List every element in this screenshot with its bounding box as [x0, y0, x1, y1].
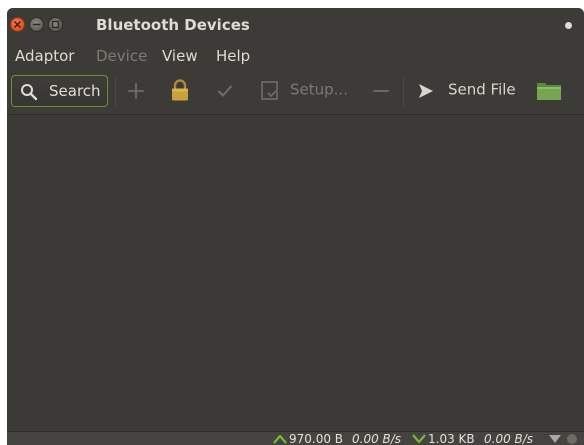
bluetooth-devices-window: Bluetooth Devices Adaptor Device View He… — [7, 8, 584, 445]
send-file-button[interactable]: Send File — [448, 81, 516, 100]
signal-icon — [567, 434, 577, 444]
menu-help[interactable]: Help — [216, 46, 250, 66]
menu-bar: Adaptor Device View Help — [7, 42, 584, 70]
send-file-icon — [419, 84, 433, 98]
minimize-icon — [32, 23, 41, 26]
maximize-icon — [51, 20, 60, 29]
menu-device[interactable]: Device — [96, 46, 147, 66]
folder-icon[interactable] — [535, 80, 563, 102]
search-icon — [21, 84, 38, 101]
minimize-window-button[interactable] — [29, 17, 44, 32]
indicator-dot-icon[interactable] — [565, 22, 572, 29]
title-bar[interactable]: Bluetooth Devices — [7, 8, 584, 42]
toolbar-separator — [115, 77, 116, 107]
toolbar: Search Setup... Send File — [7, 70, 584, 115]
setup-button[interactable]: Setup... — [290, 81, 348, 100]
checkmark-icon[interactable] — [216, 82, 234, 100]
download-total: 1.03 KB — [428, 432, 475, 445]
upload-arrow-icon — [273, 434, 287, 444]
search-button[interactable]: Search — [11, 75, 108, 107]
close-window-button[interactable] — [10, 17, 25, 32]
menu-adaptor[interactable]: Adaptor — [15, 46, 74, 66]
lock-icon[interactable] — [170, 78, 190, 102]
upload-total: 970.00 B — [289, 432, 344, 445]
connection-status-icon — [549, 435, 561, 443]
status-bar: 970.00 B 0.00 B/s 1.03 KB 0.00 B/s — [7, 431, 584, 445]
remove-device-button[interactable] — [372, 82, 390, 100]
setup-icon — [261, 81, 278, 100]
search-button-label: Search — [49, 82, 101, 100]
add-device-button[interactable] — [127, 82, 145, 100]
window-title: Bluetooth Devices — [96, 16, 250, 34]
close-icon — [14, 21, 21, 28]
device-list[interactable] — [7, 115, 584, 431]
toolbar-separator — [403, 77, 404, 107]
download-arrow-icon — [412, 434, 426, 444]
maximize-window-button[interactable] — [48, 17, 63, 32]
menu-view[interactable]: View — [162, 46, 198, 66]
upload-rate: 0.00 B/s — [352, 432, 402, 445]
download-rate: 0.00 B/s — [484, 432, 534, 445]
